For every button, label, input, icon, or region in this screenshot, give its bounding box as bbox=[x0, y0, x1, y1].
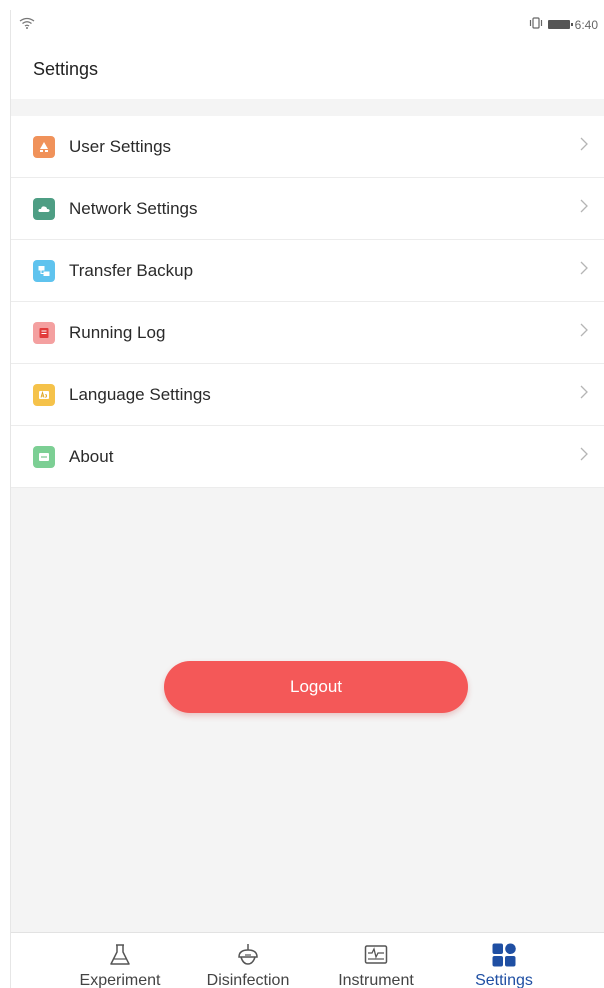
page-title: Settings bbox=[33, 58, 99, 79]
menu-item-label: About bbox=[69, 446, 114, 466]
menu-item-label: User Settings bbox=[69, 136, 172, 156]
logout-button[interactable]: Logout bbox=[164, 661, 468, 713]
chevron-right-icon bbox=[578, 197, 590, 220]
language-icon bbox=[33, 383, 55, 406]
menu-item-label: Transfer Backup bbox=[69, 260, 194, 280]
chevron-right-icon bbox=[578, 135, 590, 158]
flask-icon bbox=[110, 944, 130, 965]
page-header: Settings bbox=[11, 39, 604, 99]
menu-item-label: Running Log bbox=[69, 322, 166, 342]
menu-item-user-settings[interactable]: User Settings bbox=[11, 116, 604, 178]
transfer-icon bbox=[33, 259, 55, 282]
menu-item-language-settings[interactable]: Language Settings bbox=[11, 364, 604, 426]
chevron-right-icon bbox=[578, 383, 590, 406]
settings-grid-icon bbox=[492, 943, 516, 967]
status-right: 6:40 bbox=[529, 17, 598, 32]
chevron-right-icon bbox=[578, 321, 590, 344]
chevron-right-icon bbox=[578, 445, 590, 468]
vibrate-icon bbox=[529, 17, 543, 32]
tab-label: Instrument bbox=[338, 972, 414, 988]
logout-container: Logout bbox=[11, 661, 604, 713]
tab-settings[interactable]: Settings bbox=[449, 933, 559, 988]
status-time: 6:40 bbox=[574, 17, 598, 32]
tab-experiment[interactable]: Experiment bbox=[65, 933, 175, 988]
chevron-right-icon bbox=[578, 259, 590, 282]
tab-instrument[interactable]: Instrument bbox=[321, 933, 431, 988]
menu-item-network-settings[interactable]: Network Settings bbox=[11, 178, 604, 240]
about-icon bbox=[33, 445, 55, 468]
app-frame: 6:40 Settings User Settings Network Sett… bbox=[10, 10, 604, 988]
settings-menu: User Settings Network Settings Transfer … bbox=[11, 116, 604, 488]
menu-item-transfer-backup[interactable]: Transfer Backup bbox=[11, 240, 604, 302]
status-bar: 6:40 bbox=[11, 10, 604, 39]
disinfection-lamp-icon bbox=[238, 944, 258, 965]
menu-item-running-log[interactable]: Running Log bbox=[11, 302, 604, 364]
menu-item-label: Language Settings bbox=[69, 384, 211, 404]
wifi-icon bbox=[19, 17, 35, 32]
section-gap bbox=[11, 99, 604, 116]
menu-item-about[interactable]: About bbox=[11, 426, 604, 488]
user-settings-icon bbox=[33, 135, 55, 158]
bottom-tab-bar: Experiment Disinfection Instrument Setti… bbox=[11, 932, 604, 988]
tab-label: Disinfection bbox=[206, 972, 290, 988]
battery-icon bbox=[547, 20, 573, 29]
cloud-icon bbox=[33, 197, 55, 220]
menu-item-label: Network Settings bbox=[69, 198, 198, 218]
instrument-monitor-icon bbox=[364, 945, 388, 964]
log-icon bbox=[33, 321, 55, 344]
tab-disinfection[interactable]: Disinfection bbox=[193, 933, 303, 988]
tab-label: Settings bbox=[475, 972, 533, 988]
tab-label: Experiment bbox=[79, 972, 161, 988]
